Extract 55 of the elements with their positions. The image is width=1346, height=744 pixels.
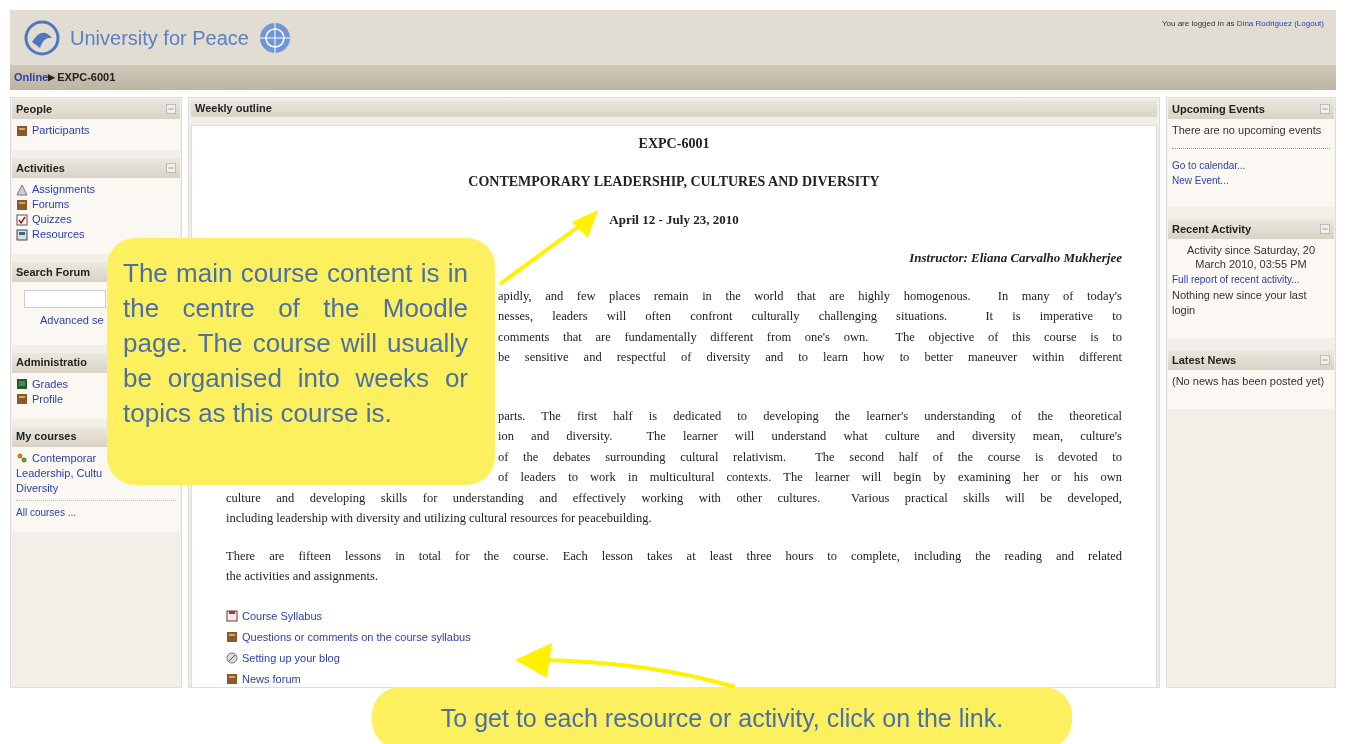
- breadcrumb-link[interactable]: Online: [14, 69, 49, 86]
- callout-text: The main course content is in the centre of the Moodle page. The course will usually be organised into weeks or topics as this course is.: [123, 257, 468, 430]
- block-text: (No news has been posted yet): [1171, 374, 1326, 389]
- paragraph-line: ion and diversity. The learner will understand what culture and diversity mean, culture's: [498, 428, 1122, 445]
- sidebar-link[interactable]: Profile: [16, 391, 64, 407]
- sidebar-link[interactable]: Grades: [16, 376, 69, 392]
- breadcrumb-current: EXPC-6001: [57, 70, 116, 86]
- block-link[interactable]: Go to calendar...: [1168, 159, 1334, 172]
- block-title: Administratio: [16, 355, 87, 371]
- advanced-search-link[interactable]: Advanced se: [40, 312, 104, 329]
- paragraph-line: of the debates surrounding cultural relativism. The second half of the course is devoted to: [498, 448, 1122, 466]
- paragraph-line: comments that are fundamentally different from one's own. The objective of this course is to: [498, 328, 1122, 346]
- sidebar-link[interactable]: Participants: [16, 123, 90, 138]
- sidebar-link[interactable]: Assignments: [16, 182, 95, 197]
- block-title: Search Forum: [16, 264, 90, 280]
- activity-note: Activity since Saturday, 20 March 2010, 03:55 PM: [1185, 243, 1317, 271]
- logout-link[interactable]: (Logout): [1294, 19, 1324, 28]
- resource-link[interactable]: News forum: [226, 671, 301, 687]
- paragraph-line: nesses, leaders will often confront culturally challenging situations. It is imperative to: [498, 308, 1122, 325]
- resource-link[interactable]: Course Syllabus: [226, 608, 323, 624]
- breadcrumb-separator: ▶: [48, 70, 56, 84]
- course-dates: April 12 - July 23, 2010: [608, 210, 740, 229]
- section-title: Weekly outline: [195, 101, 272, 116]
- resource-link[interactable]: Questions or comments on the course syllabus: [226, 629, 471, 645]
- site-name: University for Peace: [70, 26, 249, 51]
- course-code: EXPC-6001: [637, 134, 711, 153]
- course-link[interactable]: Contemporar Leadership, Cultu Diversity: [16, 450, 103, 496]
- sidebar-link[interactable]: Quizzes: [16, 212, 72, 227]
- block-text: Nothing new since your last login: [1171, 288, 1308, 318]
- callout-text: To get to each resource or activity, click on the link.: [440, 703, 1004, 733]
- block-title: My courses: [16, 429, 77, 445]
- paragraph-line: including leadership with diversity and utilizing cultural resources for peacebuilding.: [226, 510, 653, 527]
- block-title: Recent Activity: [1172, 221, 1252, 237]
- paragraph-line: parts. The first half is dedicated to developing the learner's understanding of the theoretical: [498, 407, 1122, 425]
- block-title: People: [16, 101, 53, 117]
- block-link[interactable]: Full report of recent activity...: [1168, 273, 1334, 286]
- paragraph-line: of leaders to work in multicultural contexts. The learner will begin by examining her or his own: [498, 469, 1122, 486]
- paragraph-line: apidly, and few places remain in the world that are highly homogenous. In many of today's: [498, 287, 1122, 305]
- user-link[interactable]: Dina Rodriguez: [1236, 19, 1292, 28]
- all-courses-link[interactable]: All courses ...: [16, 506, 77, 518]
- login-info: You are logged in as Dina Rodriguez (Logout): [1161, 18, 1324, 30]
- block-text: There are no upcoming events: [1171, 123, 1323, 138]
- resource-link[interactable]: Setting up your blog: [226, 650, 340, 666]
- sidebar-link[interactable]: Forums: [16, 197, 70, 212]
- block-title: Upcoming Events: [1172, 101, 1265, 117]
- paragraph-line: There are fifteen lessons in total for the course. Each lesson takes at least three hours to complete, including the reading and related: [226, 547, 1122, 565]
- block-title: Activities: [16, 160, 65, 176]
- instructor-name: Instructor: Eliana Carvalho Mukherjee: [908, 249, 1122, 267]
- block-link[interactable]: New Event...: [1168, 174, 1334, 187]
- course-title: CONTEMPORARY LEADERSHIP, CULTURES AND DIVERSITY: [467, 172, 881, 191]
- block-title: Latest News: [1172, 352, 1237, 368]
- paragraph-line: the activities and assignments.: [226, 568, 380, 585]
- paragraph-line: be sensitive and respectful of diversity and to learn how to better maneuver within different: [498, 349, 1122, 366]
- paragraph-line: culture and developing skills for understanding and effectively working with other cultures. Various practical skills will be developed,: [226, 489, 1122, 507]
- sidebar-link[interactable]: Resources: [16, 227, 85, 242]
